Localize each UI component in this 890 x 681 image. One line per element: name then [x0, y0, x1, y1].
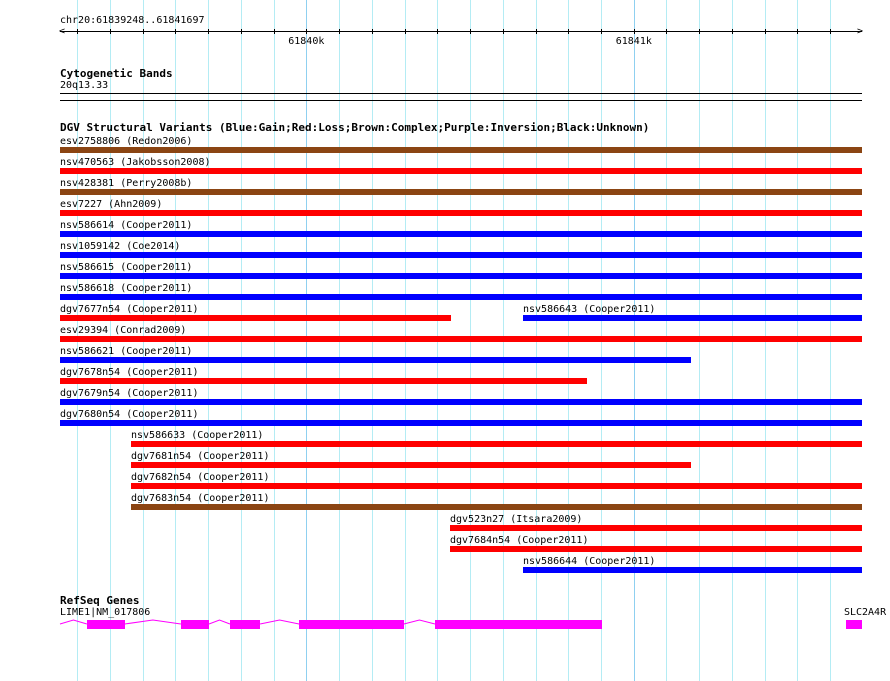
gene-label[interactable]: LIME1|NM_017806: [60, 607, 150, 618]
intron: [403, 619, 436, 625]
gene-label[interactable]: SLC2A4R: [844, 607, 886, 618]
intron: [124, 619, 181, 625]
intron: [59, 619, 87, 625]
genome-browser-panel: chr20:61839248..61841697 < >61840k 61841k …: [0, 0, 890, 681]
exon[interactable]: [299, 620, 404, 629]
exon[interactable]: [230, 620, 260, 629]
intron: [208, 619, 231, 625]
exon[interactable]: [435, 620, 602, 629]
intron: [259, 619, 300, 625]
exon[interactable]: [87, 620, 125, 629]
intron-lines: [59, 619, 436, 625]
exon[interactable]: [846, 620, 862, 629]
exon[interactable]: [181, 620, 209, 629]
